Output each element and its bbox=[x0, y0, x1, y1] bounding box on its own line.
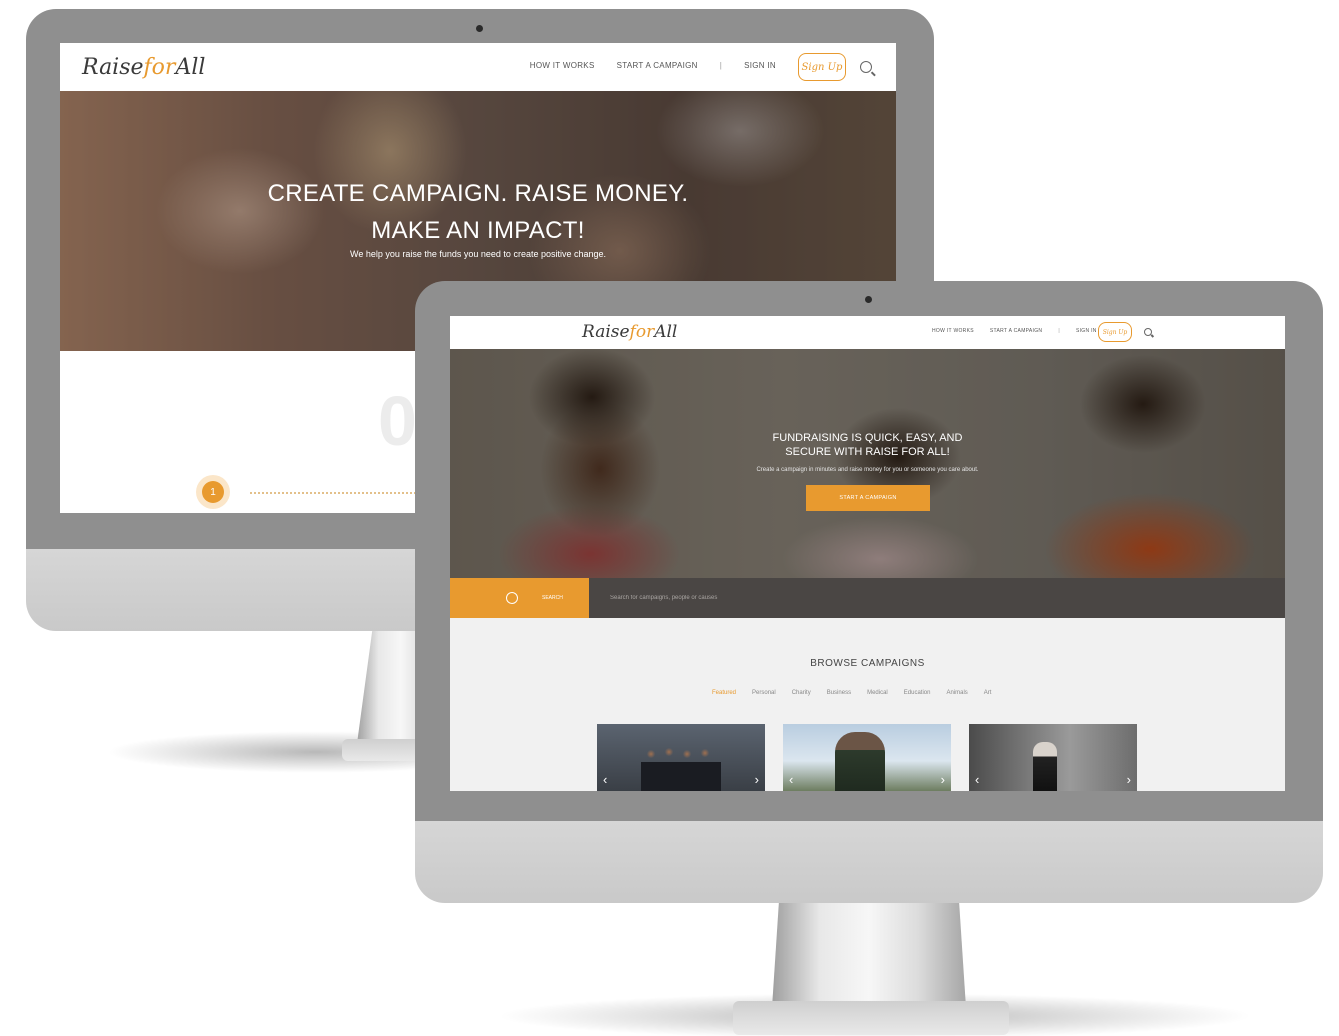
tab-charity[interactable]: Charity bbox=[792, 690, 811, 696]
campaign-card[interactable]: ‹ › bbox=[783, 724, 951, 791]
monitor-chin bbox=[415, 821, 1323, 903]
campaign-image bbox=[641, 746, 721, 791]
hero-subtitle: Create a campaign in minutes and raise m… bbox=[756, 467, 979, 473]
site-logo[interactable]: RaiseforAll bbox=[582, 322, 677, 342]
nav-links: HOW IT WORKS START A CAMPAIGN | SIGN IN bbox=[530, 61, 776, 70]
search-input[interactable] bbox=[610, 590, 1010, 606]
chevron-left-icon[interactable]: ‹ bbox=[789, 772, 793, 787]
tab-business[interactable]: Business bbox=[827, 690, 851, 696]
category-tabs: Featured Personal Charity Business Medic… bbox=[712, 690, 991, 696]
sign-up-button[interactable]: Sign Up bbox=[1098, 322, 1132, 342]
nav-separator: | bbox=[719, 61, 723, 70]
camera-dot bbox=[865, 296, 872, 303]
chevron-left-icon[interactable]: ‹ bbox=[975, 772, 979, 787]
nav-sign-in[interactable]: SIGN IN bbox=[1076, 328, 1097, 334]
hero-subtitle: We help you raise the funds you need to … bbox=[350, 249, 606, 259]
search-tab[interactable]: SEARCH bbox=[450, 578, 589, 618]
tab-featured[interactable]: Featured bbox=[712, 690, 736, 696]
campaign-image bbox=[1033, 742, 1057, 791]
start-campaign-button[interactable]: START A CAMPAIGN bbox=[806, 485, 930, 511]
nav-separator: | bbox=[1058, 328, 1060, 334]
front-screen: RaiseforAll HOW IT WORKS START A CAMPAIG… bbox=[450, 316, 1285, 791]
search-bar: SEARCH bbox=[450, 578, 1285, 618]
tab-personal[interactable]: Personal bbox=[752, 690, 776, 696]
chevron-right-icon[interactable]: › bbox=[755, 772, 759, 787]
campaign-card[interactable]: ‹ › bbox=[597, 724, 765, 791]
nav-links: HOW IT WORKS START A CAMPAIGN | SIGN IN bbox=[932, 328, 1097, 334]
search-icon[interactable] bbox=[1144, 328, 1152, 336]
tab-education[interactable]: Education bbox=[904, 690, 931, 696]
nav-how-it-works[interactable]: HOW IT WORKS bbox=[530, 61, 595, 70]
hero-title-line2: SECURE WITH RAISE FOR ALL! bbox=[785, 446, 950, 458]
chevron-right-icon[interactable]: › bbox=[1127, 772, 1131, 787]
site-logo[interactable]: RaiseforAll bbox=[82, 55, 205, 80]
logo-raise: Raise bbox=[582, 322, 630, 342]
nav-start-campaign[interactable]: START A CAMPAIGN bbox=[990, 328, 1043, 334]
chevron-left-icon[interactable]: ‹ bbox=[603, 772, 607, 787]
hero-title: CREATE CAMPAIGN. RAISE MONEY. MAKE AN IM… bbox=[60, 175, 896, 249]
logo-for: for bbox=[143, 54, 176, 80]
chevron-right-icon[interactable]: › bbox=[941, 772, 945, 787]
tab-medical[interactable]: Medical bbox=[867, 690, 888, 696]
hero-title-line2: MAKE AN IMPACT! bbox=[371, 217, 585, 244]
campaign-card[interactable]: ‹ › bbox=[969, 724, 1137, 791]
hero-title: FUNDRAISING IS QUICK, EASY, AND SECURE W… bbox=[450, 431, 1285, 459]
hero-title-line1: FUNDRAISING IS QUICK, EASY, AND bbox=[772, 432, 963, 444]
campaign-image bbox=[835, 732, 885, 791]
nav-how-it-works[interactable]: HOW IT WORKS bbox=[932, 328, 974, 334]
showcase-stage: RaiseforAll HOW IT WORKS START A CAMPAIG… bbox=[0, 0, 1339, 1036]
top-nav: RaiseforAll HOW IT WORKS START A CAMPAIG… bbox=[60, 43, 896, 91]
logo-all: All bbox=[654, 322, 678, 342]
top-nav: RaiseforAll HOW IT WORKS START A CAMPAIG… bbox=[450, 316, 1285, 349]
logo-all: All bbox=[175, 54, 206, 80]
sign-up-button[interactable]: Sign Up bbox=[798, 53, 846, 81]
hero-banner: FUNDRAISING IS QUICK, EASY, AND SECURE W… bbox=[450, 349, 1285, 578]
tab-art[interactable]: Art bbox=[984, 690, 992, 696]
step-indicator[interactable]: 1 bbox=[202, 481, 224, 503]
monitor-foot bbox=[733, 1001, 1009, 1035]
search-icon bbox=[506, 592, 518, 604]
nav-sign-in[interactable]: SIGN IN bbox=[744, 61, 776, 70]
search-label: SEARCH bbox=[542, 595, 563, 601]
hero-title-line1: CREATE CAMPAIGN. RAISE MONEY. bbox=[267, 180, 689, 207]
browse-campaigns-section: BROWSE CAMPAIGNS Featured Personal Chari… bbox=[450, 618, 1285, 791]
step-progress-line bbox=[250, 492, 420, 494]
section-number: 0 bbox=[378, 382, 417, 460]
logo-raise: Raise bbox=[82, 54, 144, 80]
tab-animals[interactable]: Animals bbox=[946, 690, 967, 696]
section-title: BROWSE CAMPAIGNS bbox=[810, 658, 925, 669]
search-icon[interactable] bbox=[860, 61, 872, 73]
camera-dot bbox=[476, 25, 483, 32]
nav-start-campaign[interactable]: START A CAMPAIGN bbox=[617, 61, 698, 70]
logo-for: for bbox=[629, 322, 655, 342]
